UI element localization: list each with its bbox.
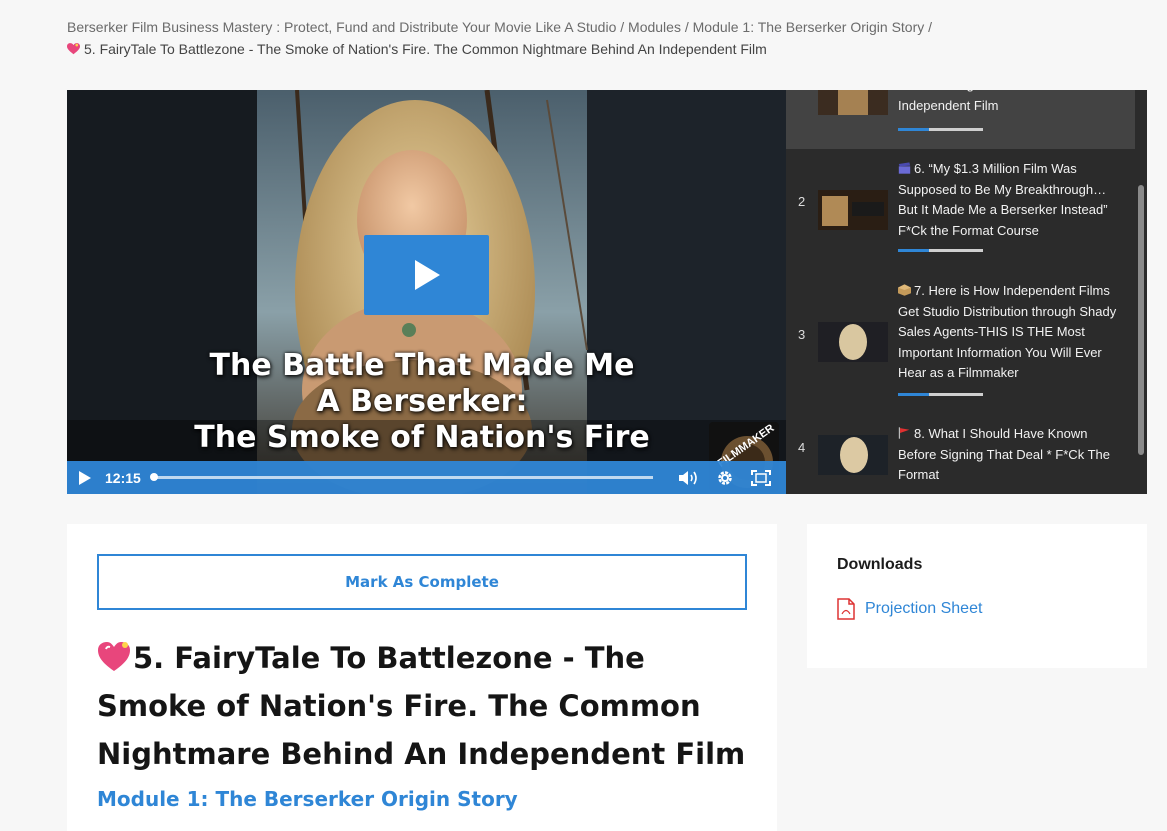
playlist-item-title: 7. Here is How Independent Films Get Stu… (898, 281, 1118, 384)
red-flag-icon (898, 427, 910, 439)
clapperboard-icon (898, 162, 911, 174)
video-player[interactable]: The Battle That Made Me A Berserker: The… (67, 90, 786, 494)
breadcrumb-module-link[interactable]: Module 1: The Berserker Origin Story (693, 19, 925, 35)
lesson-playlist: Common Nightmare Behind An Independent F… (786, 90, 1147, 494)
playlist-progress-fill (898, 393, 929, 396)
playlist-progress-fill (898, 128, 929, 131)
scrollbar-thumb[interactable] (1138, 185, 1144, 455)
package-icon (898, 284, 911, 296)
video-overlay-line-2: A Berserker: (316, 384, 528, 419)
playlist-progress (898, 128, 983, 131)
playlist-progress (898, 249, 983, 252)
video-progress-bar[interactable] (150, 473, 653, 481)
sparkling-heart-icon (98, 642, 130, 671)
playlist-title-text: 7. Here is How Independent Films Get Stu… (898, 283, 1117, 381)
downloads-heading: Downloads (837, 556, 923, 573)
playlist-item-number: 2 (798, 194, 806, 209)
breadcrumb-separator: / (680, 19, 693, 35)
breadcrumb-modules-link[interactable]: Modules (628, 19, 681, 35)
play-button-large[interactable] (364, 235, 489, 315)
lesson-title-text: 5. FairyTale To Battlezone - The Smoke o… (97, 641, 746, 771)
playlist-progress-fill (898, 249, 929, 252)
mark-as-complete-button[interactable]: Mark As Complete (97, 554, 747, 610)
sparkling-heart-icon (67, 43, 80, 55)
module-link[interactable]: Module 1: The Berserker Origin Story (97, 787, 518, 811)
playlist-thumbnail (818, 435, 888, 475)
playlist-thumbnail (818, 190, 888, 230)
playlist-scrollbar[interactable] (1135, 185, 1147, 455)
lesson-content-card: Mark As Complete 5. FairyTale To Battlez… (67, 524, 777, 831)
volume-icon (679, 470, 697, 485)
video-overlay-line-1: The Battle That Made Me (209, 348, 635, 383)
playlist-item-number: 3 (798, 327, 806, 342)
playlist-thumbnail (818, 322, 888, 362)
playlist-thumbnail (818, 90, 888, 115)
playlist-item-title: 8. What I Should Have Known Before Signi… (898, 424, 1118, 486)
playlist-item-active[interactable]: Common Nightmare Behind An Independent F… (786, 90, 1135, 149)
playlist-item-4[interactable]: 4 8. What I Should Have Known Before Sig… (786, 404, 1135, 494)
breadcrumb-current: 5. FairyTale To Battlezone - The Smoke o… (84, 41, 767, 57)
pdf-file-icon (837, 598, 855, 620)
play-button[interactable] (67, 461, 103, 494)
playlist-item-title: 6. “My $1.3 Million Film Was Supposed to… (898, 159, 1118, 241)
downloads-card: Downloads Projection Sheet (807, 524, 1147, 668)
playlist-item-number: 4 (798, 440, 806, 455)
progress-knob[interactable] (150, 473, 158, 481)
breadcrumb-course-link[interactable]: Berserker Film Business Mastery : Protec… (67, 19, 616, 35)
breadcrumb-separator: / (616, 19, 629, 35)
play-icon (79, 470, 91, 485)
fullscreen-button[interactable] (743, 461, 779, 494)
gear-icon (718, 470, 732, 485)
breadcrumb: Berserker Film Business Mastery : Protec… (67, 16, 1067, 60)
breadcrumb-separator: / (924, 19, 933, 35)
playlist-title-text: 6. “My $1.3 Million Film Was Supposed to… (898, 161, 1108, 238)
video-overlay-line-3: The Smoke of Nation's Fire (194, 420, 650, 455)
play-icon (414, 260, 440, 290)
download-label[interactable]: Projection Sheet (865, 600, 982, 618)
playlist-item-title: Common Nightmare Behind An Independent F… (898, 90, 1077, 113)
download-item[interactable]: Projection Sheet (837, 598, 982, 620)
settings-button[interactable] (707, 461, 743, 494)
lesson-title: 5. FairyTale To Battlezone - The Smoke o… (97, 634, 757, 778)
playlist-item-3[interactable]: 3 7. Here is How Independent Films Get S… (786, 269, 1135, 404)
volume-button[interactable] (671, 461, 707, 494)
playlist-item-2[interactable]: 2 6. “My $1.3 Million Film Was Supposed … (786, 149, 1135, 269)
video-duration: 12:15 (105, 469, 141, 486)
video-controls-bar: 12:15 (67, 461, 786, 494)
fullscreen-icon (751, 469, 771, 486)
playlist-progress (898, 393, 983, 396)
playlist-title-text: 8. What I Should Have Known Before Signi… (898, 426, 1110, 483)
